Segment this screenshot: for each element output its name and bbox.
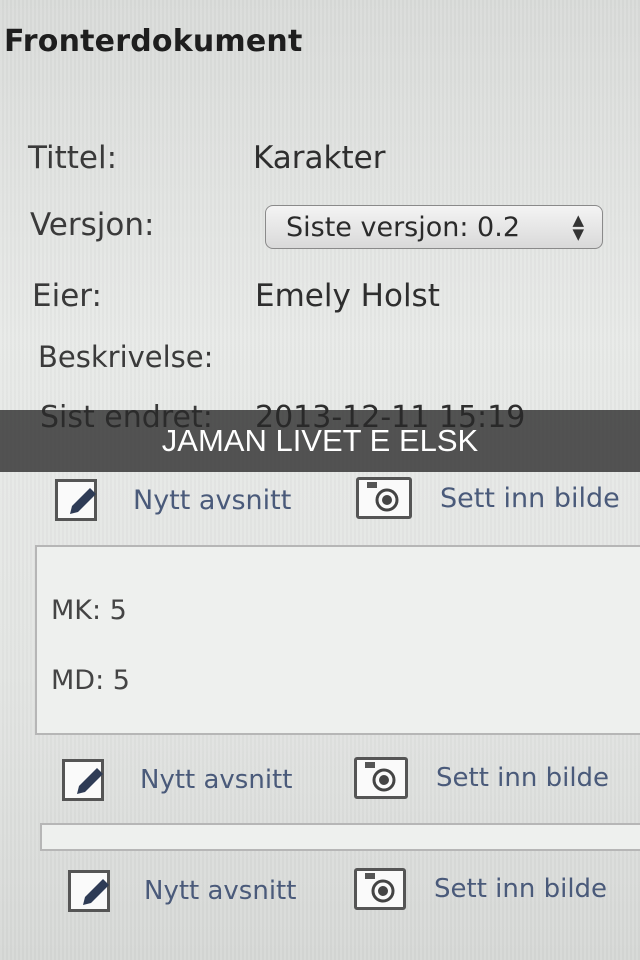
new-paragraph-button[interactable]: Nytt avsnitt	[55, 479, 291, 521]
insert-image-button[interactable]: Sett inn bilde	[356, 477, 620, 519]
content-line: MD: 5	[51, 665, 130, 696]
editor-toolbar: Nytt avsnitt Sett inn bilde	[0, 755, 640, 803]
editor-toolbar: Nytt avsnitt Sett inn bilde	[0, 475, 640, 523]
camera-icon	[354, 868, 406, 910]
owner-value: Emely Holst	[255, 278, 440, 314]
pencil-edit-icon	[62, 759, 104, 801]
insert-image-button[interactable]: Sett inn bilde	[354, 757, 609, 799]
caption-overlay: JAMAN LIVET E ELSK	[0, 410, 640, 472]
content-line: MK: 5	[51, 595, 127, 626]
editor-toolbar: Nytt avsnitt Sett inn bilde	[0, 866, 640, 914]
new-paragraph-button[interactable]: Nytt avsnitt	[68, 870, 296, 912]
caption-text: JAMAN LIVET E ELSK	[161, 423, 479, 458]
title-label: Tittel:	[28, 140, 118, 176]
insert-image-button[interactable]: Sett inn bilde	[354, 868, 607, 910]
title-value: Karakter	[253, 140, 386, 176]
insert-image-label: Sett inn bilde	[440, 482, 620, 514]
camera-icon	[356, 477, 412, 519]
new-paragraph-button[interactable]: Nytt avsnitt	[62, 759, 292, 801]
pencil-edit-icon	[68, 870, 110, 912]
paragraph-content-box[interactable]	[40, 823, 640, 851]
version-select[interactable]: Siste versjon: 0.2 ▲ ▼	[265, 205, 603, 249]
owner-label: Eier:	[32, 278, 102, 314]
chevron-up-down-icon: ▲ ▼	[572, 211, 584, 243]
version-label: Versjon:	[30, 207, 155, 243]
page-title: Fronterdokument	[4, 24, 303, 59]
description-label: Beskrivelse:	[38, 340, 214, 374]
camera-icon	[354, 757, 408, 799]
paragraph-content-box[interactable]: MK: 5 MD: 5	[35, 545, 640, 735]
pencil-edit-icon	[55, 479, 97, 521]
insert-image-label: Sett inn bilde	[434, 874, 608, 904]
new-paragraph-label: Nytt avsnitt	[144, 876, 297, 906]
new-paragraph-label: Nytt avsnitt	[140, 765, 293, 795]
insert-image-label: Sett inn bilde	[436, 763, 610, 793]
version-selected-value: Siste versjon: 0.2	[286, 211, 520, 243]
new-paragraph-label: Nytt avsnitt	[133, 484, 292, 516]
